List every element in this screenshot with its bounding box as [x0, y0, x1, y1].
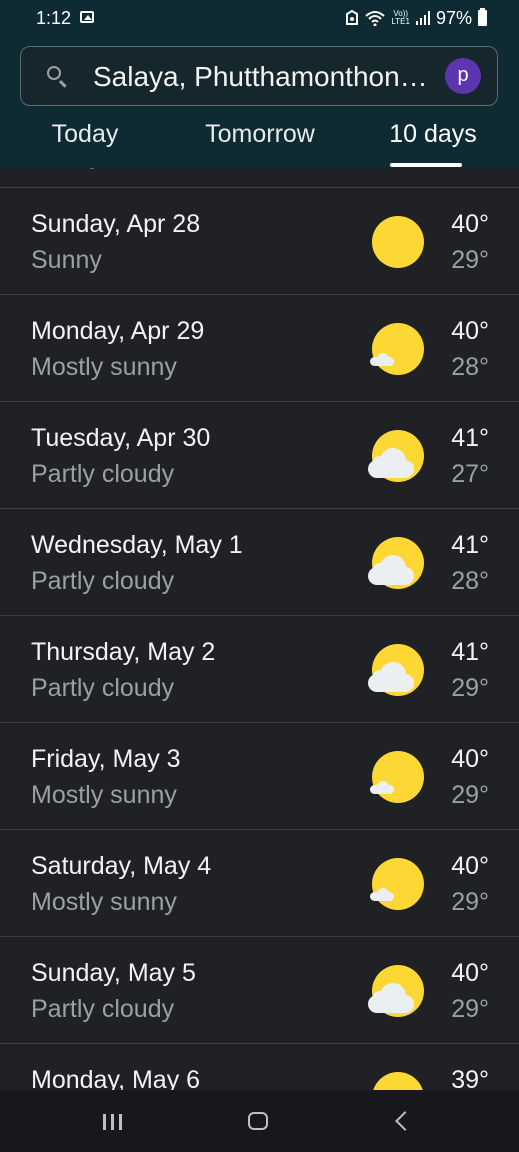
- forecast-low-temp: 29°: [451, 888, 489, 916]
- forecast-row[interactable]: Sunday, May 5 Partly cloudy 40° 29°: [0, 937, 519, 1044]
- volte-indicator: Vo)) LTE1: [391, 10, 410, 26]
- forecast-high-temp: 40°: [451, 852, 489, 880]
- tab-today[interactable]: Today: [30, 120, 140, 149]
- alarm-icon: [346, 10, 359, 25]
- forecast-high-temp: 41°: [451, 531, 489, 559]
- forecast-row[interactable]: Wednesday, May 1 Partly cloudy 41° 28°: [0, 509, 519, 616]
- forecast-row[interactable]: Monday, Apr 29 Mostly sunny 40° 28°: [0, 295, 519, 402]
- sunny-icon: [368, 216, 428, 272]
- forecast-condition: Mostly sunny: [31, 888, 177, 916]
- forecast-condition: Partly cloudy: [31, 995, 175, 1023]
- search-icon[interactable]: [47, 66, 61, 80]
- status-icons: Vo)) LTE1 97%: [345, 7, 487, 29]
- battery-icon: [478, 8, 487, 26]
- forecast-high-temp: 40°: [451, 210, 489, 238]
- partly-cloudy-icon: [368, 537, 428, 593]
- forecast-day: Friday, May 3: [31, 745, 181, 773]
- forecast-high-temp: 40°: [451, 959, 489, 987]
- home-button[interactable]: [248, 1112, 268, 1130]
- forecast-day: Monday, Apr 29: [31, 317, 205, 345]
- forecast-high-temp: 41°: [451, 424, 489, 452]
- forecast-low-temp: 28°: [451, 353, 489, 381]
- forecast-low-temp: 29°: [451, 781, 489, 809]
- forecast-day: Saturday, May 4: [31, 852, 212, 880]
- volte-line-2: LTE1: [391, 17, 410, 26]
- forecast-day: Sunday, Apr 28: [31, 210, 201, 238]
- status-time: 1:12: [36, 8, 72, 28]
- forecast-high-temp: 41°: [451, 638, 489, 666]
- forecast-low-temp: 29°: [451, 674, 489, 702]
- signal-icon: [415, 11, 430, 25]
- mostly-sunny-icon: [368, 751, 428, 807]
- forecast-row[interactable]: Saturday, May 4 Mostly sunny 40° 29°: [0, 830, 519, 937]
- location-text[interactable]: Salaya, Phutthamonthon District, Nakhon …: [93, 61, 433, 93]
- tab-10-days[interactable]: 10 days: [378, 120, 488, 149]
- gallery-notification-icon: [80, 11, 94, 23]
- forecast-low-temp: 29°: [451, 995, 489, 1023]
- forecast-low-temp: 27°: [451, 460, 489, 488]
- forecast-condition: Sunny: [31, 246, 102, 274]
- system-nav-bar: [0, 1090, 519, 1152]
- forecast-condition: Partly cloudy: [31, 674, 175, 702]
- forecast-high-temp: 40°: [451, 317, 489, 345]
- partly-cloudy-icon: [368, 965, 428, 1021]
- forecast-day: Thursday, May 2: [31, 638, 216, 666]
- forecast-condition: Mostly sunny: [31, 353, 177, 381]
- forecast-condition: Partly cloudy: [31, 567, 175, 595]
- scroll-remnant: [90, 168, 94, 169]
- forecast-row[interactable]: Sunday, Apr 28 Sunny 40° 29°: [0, 188, 519, 295]
- forecast-condition: Partly cloudy: [31, 460, 175, 488]
- forecast-low-temp: 28°: [451, 567, 489, 595]
- tab-tomorrow[interactable]: Tomorrow: [190, 120, 330, 149]
- recents-button[interactable]: [103, 1114, 123, 1130]
- back-button[interactable]: [395, 1111, 415, 1131]
- forecast-condition: Mostly sunny: [31, 781, 177, 809]
- location-search-bar[interactable]: Salaya, Phutthamonthon District, Nakhon …: [20, 46, 498, 106]
- partly-cloudy-icon: [368, 644, 428, 700]
- forecast-row[interactable]: Thursday, May 2 Partly cloudy 41° 29°: [0, 616, 519, 723]
- forecast-row[interactable]: Tuesday, Apr 30 Partly cloudy 41° 27°: [0, 402, 519, 509]
- selected-tab-indicator: [390, 163, 462, 167]
- battery-percent: 97%: [435, 7, 472, 28]
- forecast-row[interactable]: Friday, May 3 Mostly sunny 40° 29°: [0, 723, 519, 830]
- mostly-sunny-icon: [368, 858, 428, 914]
- app-header: 1:12 Vo)) LTE1 97% Salaya, Phutthamontho…: [0, 0, 519, 168]
- forecast-day: Tuesday, Apr 30: [31, 424, 211, 452]
- forecast-day: Wednesday, May 1: [31, 531, 243, 559]
- mostly-sunny-icon: [368, 323, 428, 379]
- forecast-day: Sunday, May 5: [31, 959, 196, 987]
- forecast-high-temp: 40°: [451, 745, 489, 773]
- forecast-low-temp: 29°: [451, 246, 489, 274]
- wifi-icon: [365, 11, 386, 26]
- partly-cloudy-icon: [368, 430, 428, 486]
- avatar[interactable]: p: [445, 58, 481, 94]
- status-bar: 1:12 Vo)) LTE1 97%: [0, 0, 519, 38]
